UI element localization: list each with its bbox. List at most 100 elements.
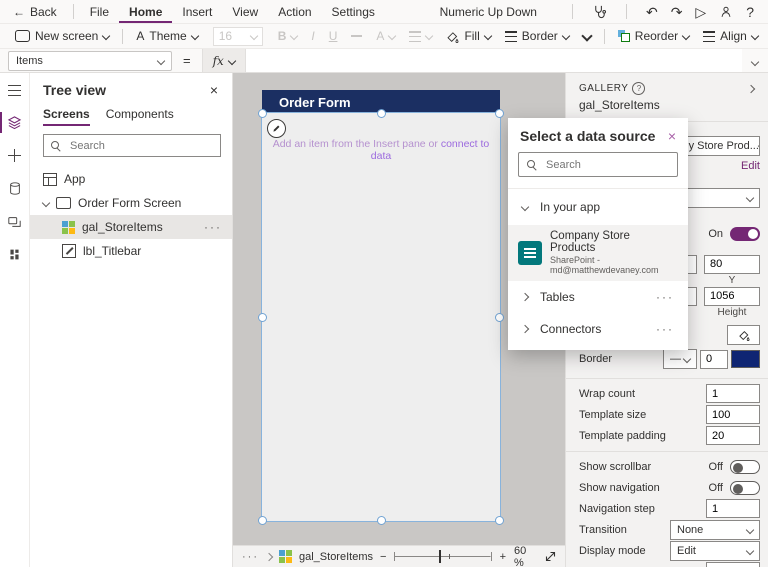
text-align-button[interactable] (402, 24, 439, 48)
selection-handle[interactable] (258, 313, 267, 322)
menu-settings[interactable]: Settings (322, 0, 385, 23)
chevron-down-icon (683, 355, 691, 363)
tree-item-gallery[interactable]: gal_StoreItems ··· (30, 215, 232, 239)
popup-search-input[interactable] (544, 158, 690, 172)
zoom-controls: − + 60 % (380, 545, 556, 567)
fx-button[interactable]: fx (202, 49, 246, 72)
group-connectors[interactable]: Connectors ··· (508, 313, 688, 350)
redo-icon[interactable]: ↷ (671, 5, 683, 19)
tree-search-input[interactable] (68, 139, 214, 153)
group-tables[interactable]: Tables ··· (508, 281, 688, 313)
help-icon[interactable]: ? (632, 82, 645, 95)
selection-handle[interactable] (495, 313, 504, 322)
selection-handle[interactable] (495, 109, 504, 118)
show-navigation-label: Show navigation (579, 482, 660, 494)
reorder-button[interactable]: Reorder (611, 24, 696, 48)
undo-icon[interactable]: ↶ (646, 5, 658, 19)
visible-toggle[interactable] (730, 227, 760, 241)
bold-button[interactable]: B (271, 24, 305, 48)
selection-handle[interactable] (258, 516, 267, 525)
panel-collapse-button[interactable] (748, 83, 756, 95)
font-color-icon: A (376, 29, 384, 43)
back-button[interactable]: ← Back (0, 5, 67, 19)
italic-icon: I (311, 29, 314, 43)
play-icon[interactable]: ▷ (695, 5, 706, 19)
align-button[interactable]: Align (696, 24, 765, 48)
fill-button[interactable]: Fill (439, 24, 497, 48)
property-selector[interactable]: Items (8, 51, 172, 71)
tree-item-app[interactable]: App (30, 167, 232, 191)
zoom-slider-thumb[interactable] (439, 550, 441, 563)
group-overflow-button[interactable]: ··· (656, 290, 674, 304)
display-mode-dropdown[interactable]: Edit (670, 541, 760, 561)
rail-media-button[interactable] (0, 215, 30, 229)
rail-advanced-tools-button[interactable] (0, 248, 30, 261)
group-overflow-button[interactable]: ··· (656, 322, 674, 336)
tree-item-label[interactable]: lbl_Titlebar (30, 239, 232, 263)
menu-insert[interactable]: Insert (172, 0, 222, 23)
fit-to-window-button[interactable] (545, 551, 556, 562)
color-picker-button[interactable] (727, 325, 760, 345)
edit-fields-link[interactable]: Edit (741, 160, 760, 172)
tab-screens[interactable]: Screens (43, 104, 90, 126)
close-icon[interactable]: × (210, 82, 218, 98)
tree-search-box[interactable] (43, 134, 221, 157)
gallery-control[interactable]: Add an item from the Insert pane or conn… (262, 113, 500, 521)
rail-menu-button[interactable] (0, 85, 30, 96)
navigation-step-input[interactable] (706, 499, 760, 518)
screen-artboard[interactable]: Order Form Add an item from the Insert p… (262, 90, 500, 521)
new-screen-button[interactable]: New screen (8, 24, 116, 48)
selection-handle[interactable] (377, 516, 386, 525)
menu-file[interactable]: File (80, 0, 119, 23)
edit-pencil-button[interactable] (267, 119, 286, 138)
y-input[interactable] (704, 255, 760, 274)
show-navigation-toggle[interactable] (730, 481, 760, 495)
selection-handle[interactable] (495, 516, 504, 525)
datasource-name: Company Store Products (550, 230, 678, 254)
menu-home[interactable]: Home (119, 0, 172, 23)
share-person-icon[interactable] (719, 5, 733, 19)
rail-data-button[interactable] (0, 181, 30, 196)
formula-expand-button[interactable] (742, 54, 768, 68)
font-color-button[interactable]: A (369, 24, 402, 48)
zoom-slider[interactable] (394, 552, 491, 561)
section-in-your-app[interactable]: In your app (508, 189, 688, 225)
zoom-in-button[interactable]: + (500, 551, 506, 563)
menu-action[interactable]: Action (268, 0, 321, 23)
zoom-out-button[interactable]: − (380, 551, 386, 563)
formula-input[interactable] (246, 49, 742, 72)
rail-tree-view-button[interactable] (0, 115, 30, 130)
selection-handle[interactable] (258, 109, 267, 118)
item-overflow-button[interactable]: ··· (204, 220, 232, 234)
strikethrough-button[interactable] (344, 24, 369, 48)
theme-button[interactable]: A Theme (129, 24, 204, 48)
wrap-count-input[interactable] (706, 384, 760, 403)
help-icon[interactable]: ? (746, 5, 754, 19)
selection-handle[interactable] (377, 109, 386, 118)
template-padding-input[interactable] (706, 426, 760, 445)
font-size-select[interactable]: 16 (213, 27, 263, 46)
show-scrollbar-toggle[interactable] (730, 460, 760, 474)
menu-view[interactable]: View (222, 0, 268, 23)
underline-button[interactable]: U (322, 24, 345, 48)
rail-insert-button[interactable] (0, 149, 30, 162)
more-formatting-button[interactable] (576, 24, 598, 48)
tab-index-input[interactable] (706, 562, 760, 567)
tree-item-screen[interactable]: Order Form Screen (30, 191, 232, 215)
popup-search-box[interactable] (518, 152, 678, 177)
border-color-swatch[interactable] (731, 350, 760, 368)
close-icon[interactable]: × (668, 128, 676, 144)
height-input[interactable] (704, 287, 760, 306)
border-button[interactable]: Border (498, 24, 576, 48)
template-size-input[interactable] (706, 405, 760, 424)
footer-overflow-button[interactable]: ··· (242, 551, 259, 563)
tab-components[interactable]: Components (106, 104, 174, 126)
y-label: Y (704, 275, 760, 286)
datasource-detail: SharePoint - md@matthewdevaney.com (550, 255, 678, 275)
datasource-item[interactable]: Company Store Products SharePoint - md@m… (508, 225, 688, 281)
transition-dropdown[interactable]: None (670, 520, 760, 540)
app-checker-icon[interactable] (592, 4, 607, 19)
border-style-dropdown[interactable]: — (663, 349, 697, 369)
border-width-input[interactable] (700, 350, 728, 369)
italic-button[interactable]: I (304, 24, 321, 48)
